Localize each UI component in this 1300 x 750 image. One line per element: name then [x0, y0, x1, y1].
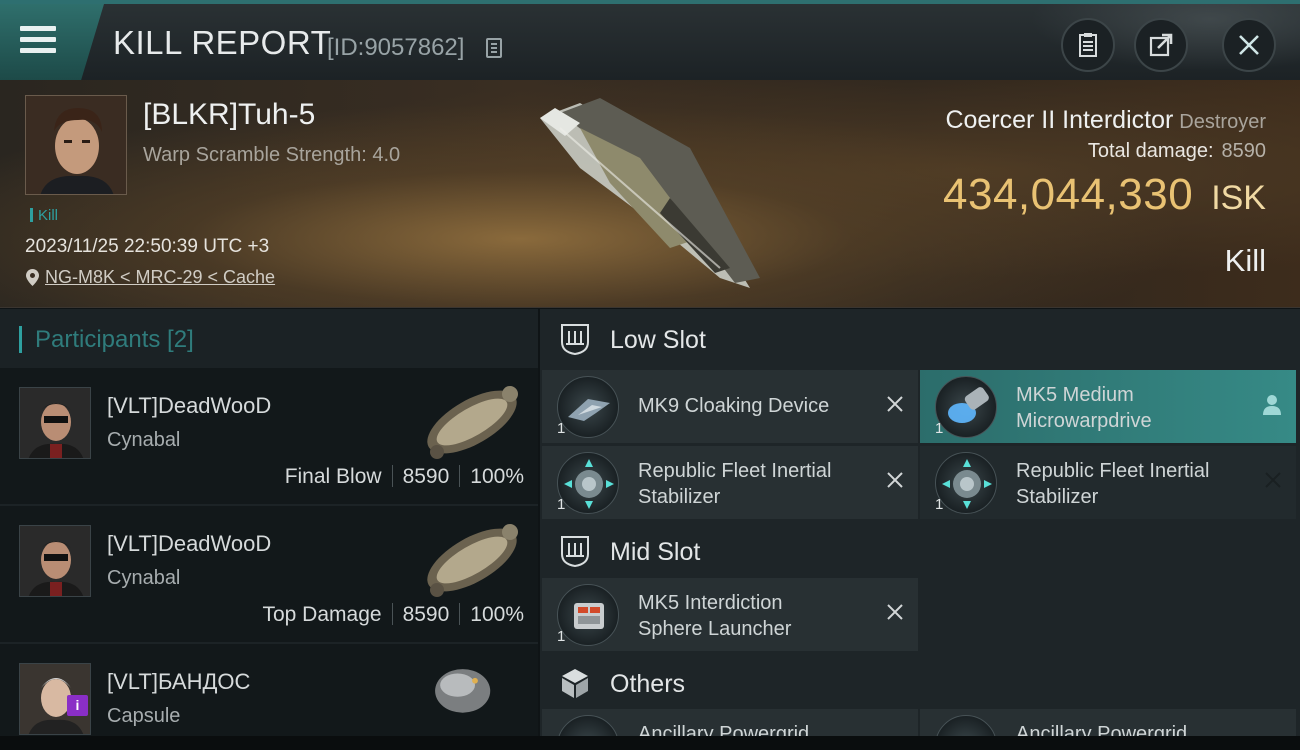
- inertial-stabilizer-icon: [557, 452, 619, 514]
- avatar: [20, 388, 90, 458]
- dropped-user-icon: [1263, 395, 1281, 415]
- victim-avatar: [26, 96, 126, 194]
- destroyed-x-icon: [1265, 472, 1281, 488]
- participant-avatar[interactable]: [19, 387, 91, 459]
- participants-panel: Participants [2] [VLT]DeadWooD Cynabal F…: [0, 309, 538, 750]
- total-damage-label: Total damage:: [1087, 140, 1214, 162]
- participant-damage: 8590: [402, 603, 450, 626]
- menu-button[interactable]: [0, 4, 104, 80]
- kill-location[interactable]: NG-M8K < MRC-29 < Cache: [26, 267, 275, 288]
- victim-portrait[interactable]: [25, 95, 127, 195]
- others-title: Others: [610, 670, 686, 698]
- participant-ship: Capsule: [107, 705, 181, 727]
- page-title: KILL REPORT: [113, 24, 332, 61]
- mid-slot-icon: [561, 536, 589, 568]
- participant-damage: 8590: [402, 465, 450, 488]
- participant-name[interactable]: [VLT]DeadWooD: [107, 531, 271, 557]
- menu-icon: [20, 26, 56, 56]
- share-button[interactable]: [1134, 18, 1188, 72]
- module-quantity: 1: [557, 420, 566, 437]
- clipboard-button[interactable]: [1061, 18, 1115, 72]
- capsule-image: [435, 669, 491, 713]
- close-icon: [1239, 35, 1259, 55]
- share-icon: [1149, 33, 1173, 57]
- ship-class: Destroyer: [1179, 111, 1266, 133]
- isk-value-line: 434,044,330 ISK: [943, 170, 1266, 220]
- participant-row[interactable]: [VLT]DeadWooD Cynabal Top Damage 8590 100%: [0, 506, 538, 644]
- module-name: MK5 Interdiction Sphere Launcher: [638, 592, 792, 640]
- clipboard-icon: [1079, 33, 1097, 57]
- mid-slot-title: Mid Slot: [610, 538, 701, 566]
- participant-percent: 100%: [470, 603, 524, 626]
- fittings-panel: Low Slot 1 MK9 Cloaking Device 1 MK5 Med…: [540, 309, 1300, 750]
- module-quantity: 1: [935, 496, 944, 513]
- participant-role: Top Damage: [262, 603, 382, 626]
- mid-slot-header: Mid Slot: [540, 521, 1300, 581]
- isk-value: 434,044,330: [943, 170, 1194, 219]
- module-interdiction-sphere-launcher[interactable]: 1 MK5 Interdiction Sphere Launcher: [542, 578, 918, 651]
- participant-ship-image: [427, 524, 518, 597]
- participant-ship-image: [427, 386, 518, 459]
- victim-ship-type[interactable]: Coercer II Interdictor Destroyer: [945, 106, 1266, 135]
- participant-stats: Top Damage 8590 100%: [262, 603, 524, 627]
- location-link[interactable]: NG-M8K < MRC-29 < Cache: [45, 267, 275, 287]
- destroyed-x-icon: [887, 604, 903, 620]
- avatar: [20, 526, 90, 596]
- others-header: Others: [540, 653, 1300, 713]
- low-slot-icon: [561, 324, 589, 356]
- bottom-edge: [0, 736, 1300, 750]
- participant-stats: Final Blow 8590 100%: [285, 465, 524, 489]
- location-pin-icon: [26, 269, 39, 286]
- kill-tag: Kill: [30, 207, 58, 224]
- module-quantity: 1: [557, 496, 566, 513]
- info-badge[interactable]: i: [67, 695, 88, 716]
- total-damage: Total damage: 8590: [1088, 140, 1266, 163]
- module-quantity: 1: [935, 420, 944, 437]
- victim-banner: [BLKR]Tuh-5 Warp Scramble Strength: 4.0 …: [0, 80, 1300, 308]
- cube-icon: [562, 669, 588, 698]
- participant-ship: Cynabal: [107, 429, 181, 451]
- top-bar: KILL REPORT [ID:9057862]: [0, 0, 1300, 80]
- module-inertial-stabilizer[interactable]: 1 Republic Fleet Inertial Stabilizer: [920, 446, 1296, 519]
- low-slot-header: Low Slot: [540, 309, 1300, 369]
- inertial-stabilizer-icon: [935, 452, 997, 514]
- copy-icon[interactable]: [486, 38, 502, 58]
- participant-ship: Cynabal: [107, 567, 181, 589]
- participant-percent: 100%: [470, 465, 524, 488]
- kill-datetime: 2023/11/25 22:50:39 UTC +3: [25, 236, 270, 257]
- participant-name[interactable]: [VLT]DeadWooD: [107, 393, 271, 419]
- participants-title: Participants [2]: [35, 326, 194, 353]
- interdiction-launcher-icon: [557, 584, 619, 646]
- victim-ship-image: [540, 98, 760, 288]
- microwarpdrive-icon: [935, 376, 997, 438]
- module-cloaking-device[interactable]: 1 MK9 Cloaking Device: [542, 370, 918, 443]
- result-label: Kill: [1224, 243, 1266, 278]
- cloaking-device-icon: [557, 376, 619, 438]
- destroyed-x-icon: [887, 472, 903, 488]
- module-name: Republic Fleet Inertial Stabilizer: [1016, 460, 1210, 508]
- module-name: MK9 Cloaking Device: [638, 395, 830, 417]
- participants-header: Participants [2]: [0, 309, 538, 368]
- isk-unit: ISK: [1211, 179, 1266, 217]
- total-damage-value: 8590: [1221, 140, 1267, 162]
- close-button[interactable]: [1222, 18, 1276, 72]
- participants-accent-bar: [19, 326, 22, 353]
- participant-role: Final Blow: [284, 465, 382, 488]
- module-name: Republic Fleet Inertial Stabilizer: [638, 460, 832, 508]
- module-name: MK5 Medium Microwarpdrive: [1016, 384, 1152, 432]
- victim-name[interactable]: [BLKR]Tuh-5: [143, 98, 315, 132]
- module-quantity: 1: [557, 628, 566, 645]
- warp-scramble-strength: Warp Scramble Strength: 4.0: [143, 144, 401, 166]
- participant-name[interactable]: [VLT]БАНДОС: [107, 669, 250, 695]
- participant-avatar[interactable]: [19, 525, 91, 597]
- kill-id: [ID:9057862]: [327, 34, 465, 61]
- participant-row[interactable]: [VLT]DeadWooD Cynabal Final Blow 8590 100%: [0, 368, 538, 506]
- module-inertial-stabilizer[interactable]: 1 Republic Fleet Inertial Stabilizer: [542, 446, 918, 519]
- participant-row[interactable]: i [VLT]БАНДОС Capsule: [0, 644, 538, 750]
- ship-name: Coercer II Interdictor: [945, 106, 1174, 134]
- module-microwarpdrive[interactable]: 1 MK5 Medium Microwarpdrive: [920, 370, 1296, 443]
- destroyed-x-icon: [887, 396, 903, 412]
- low-slot-title: Low Slot: [610, 326, 706, 354]
